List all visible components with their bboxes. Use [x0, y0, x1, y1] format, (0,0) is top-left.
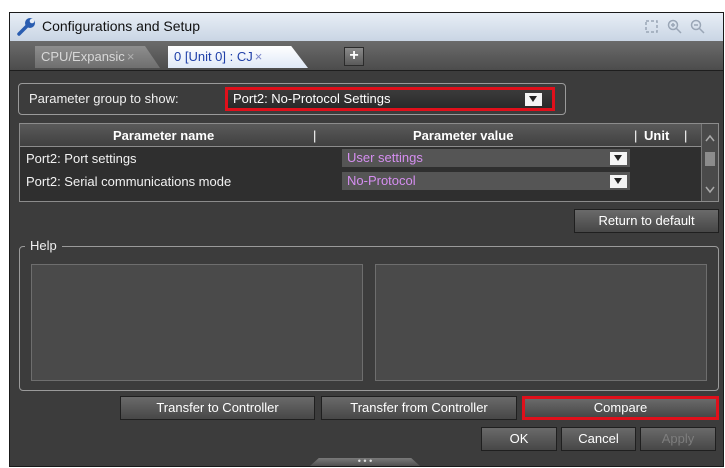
parameter-name: Port2: Port settings	[26, 151, 137, 166]
fit-icon[interactable]	[644, 19, 659, 34]
zoom-out-icon[interactable]	[690, 19, 705, 34]
cancel-button[interactable]: Cancel	[561, 427, 636, 451]
chevron-down-icon[interactable]	[610, 175, 627, 188]
table-row[interactable]: Port2: Serial communications mode No-Pro…	[20, 171, 702, 193]
column-divider: |	[684, 128, 688, 143]
parameter-value-select[interactable]: User settings	[342, 149, 630, 167]
return-to-default-button[interactable]: Return to default	[574, 209, 719, 233]
parameter-table: Parameter name | Parameter value | Unit …	[19, 123, 719, 202]
ok-button[interactable]: OK	[481, 427, 557, 451]
column-header-unit: Unit	[644, 128, 670, 143]
tab-cpu-expansion[interactable]: CPU/Expansic ×	[35, 46, 160, 68]
chevron-down-icon[interactable]	[525, 93, 542, 106]
add-tab-button[interactable]: +	[344, 47, 364, 66]
wrench-icon	[16, 17, 38, 37]
parameter-group-value: Port2: No-Protocol Settings	[233, 91, 391, 106]
tab-unit-0[interactable]: 0 [Unit 0] : CJ ×	[168, 46, 308, 68]
scroll-thumb[interactable]	[705, 152, 715, 166]
column-divider: |	[634, 128, 638, 143]
table-header: Parameter name | Parameter value | Unit …	[20, 124, 702, 147]
help-detail-pane	[375, 264, 707, 381]
help-title: Help	[25, 238, 62, 253]
transfer-to-controller-button[interactable]: Transfer to Controller	[120, 396, 315, 420]
apply-button[interactable]: Apply	[640, 427, 716, 451]
column-header-value: Parameter value	[413, 128, 514, 143]
parameter-name: Port2: Serial communications mode	[26, 174, 232, 189]
tab-strip: CPU/Expansic × 0 [Unit 0] : CJ × +	[10, 41, 723, 71]
chevron-down-icon[interactable]	[610, 152, 627, 165]
window-title: Configurations and Setup	[42, 18, 200, 34]
help-panel: Help	[19, 238, 719, 391]
table-scrollbar[interactable]	[701, 124, 718, 201]
help-description-pane	[31, 264, 363, 381]
parameter-group-label: Parameter group to show:	[29, 91, 179, 106]
scroll-up-icon[interactable]	[704, 130, 716, 142]
tab-label: 0 [Unit 0] : CJ	[174, 49, 253, 64]
tab-label: CPU/Expansic	[41, 49, 125, 64]
column-header-name: Parameter name	[113, 128, 215, 143]
parameter-value-select[interactable]: No-Protocol	[342, 172, 630, 190]
parameter-value: User settings	[347, 150, 423, 165]
table-row[interactable]: Port2: Port settings User settings	[20, 148, 702, 170]
parameter-group-select[interactable]: Port2: No-Protocol Settings	[225, 87, 555, 111]
zoom-in-icon[interactable]	[667, 19, 682, 34]
transfer-from-controller-button[interactable]: Transfer from Controller	[321, 396, 517, 420]
resize-grip[interactable]: • • •	[310, 458, 420, 466]
compare-button[interactable]: Compare	[522, 396, 719, 420]
column-divider: |	[313, 128, 317, 143]
tab-close-icon[interactable]: ×	[255, 49, 263, 64]
scroll-down-icon[interactable]	[704, 182, 716, 194]
parameter-value: No-Protocol	[347, 173, 416, 188]
tab-close-icon[interactable]: ×	[127, 49, 135, 64]
title-bar: Configurations and Setup	[10, 13, 723, 42]
configurations-window: Configurations and Setup CPU/Expansic × 0…	[9, 12, 724, 467]
parameter-group-box: Parameter group to show: Port2: No-Proto…	[18, 83, 566, 115]
